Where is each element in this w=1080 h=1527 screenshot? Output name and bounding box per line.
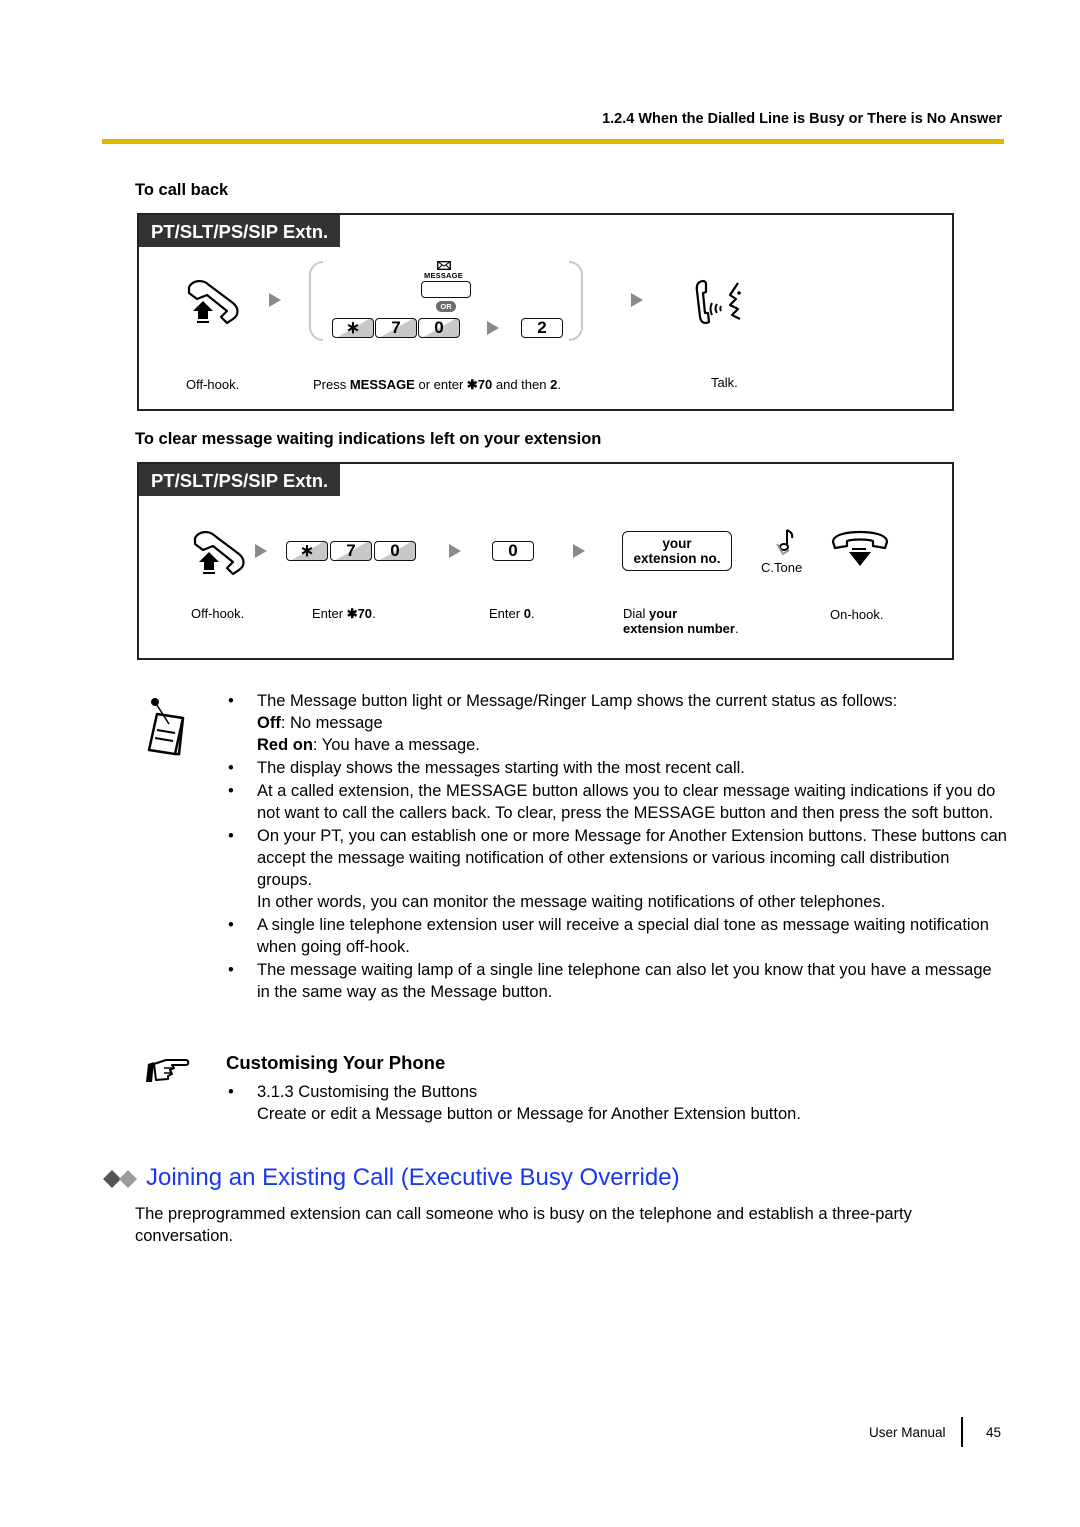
step-arrow [631, 293, 643, 307]
or-badge: OR [436, 301, 456, 312]
confirmation-tone-icon [776, 529, 794, 556]
key-star[interactable]: ∗ [332, 318, 374, 338]
note-item: • The display shows the messages starting… [228, 759, 745, 777]
note-item: • On your PT, you can establish one or mo… [228, 827, 1007, 911]
paren-left [309, 261, 323, 341]
key-7[interactable]: 7 [375, 318, 417, 338]
key-7[interactable]: 7 [330, 541, 372, 561]
step-arrow [255, 544, 267, 558]
note-item: • At a called extension, the MESSAGE butt… [228, 782, 996, 822]
key-2[interactable]: 2 [521, 318, 563, 338]
step-arrow [573, 544, 585, 558]
offhook-caption: Off-hook. [191, 606, 245, 621]
step-arrow [449, 544, 461, 558]
onhook-caption: On-hook. [830, 607, 884, 622]
enter-zero-caption: Enter 0. [489, 606, 535, 621]
panel-tag: PT/SLT/PS/SIP Extn. [139, 215, 341, 247]
notes-list: • The Message button light or Message/Ri… [228, 690, 1008, 1003]
customising-list: • 3.1.3 Customising the Buttons Create o… [228, 1081, 1008, 1125]
page-number: 45 [986, 1425, 1002, 1440]
footer-label: User Manual [869, 1425, 946, 1440]
talk-caption: Talk. [711, 375, 738, 390]
step-arrow [487, 321, 499, 335]
key-0[interactable]: 0 [418, 318, 460, 338]
clear-msg-heading: To clear message waiting indications lef… [135, 430, 602, 448]
notepad-icon [147, 698, 185, 756]
ctone-label: C.Tone [761, 560, 803, 575]
customising-item: • 3.1.3 Customising the Buttons Create o… [228, 1083, 801, 1123]
message-button-label: MESSAGE [424, 271, 463, 280]
footer-divider [961, 1417, 963, 1447]
offhook-caption: Off-hook. [186, 377, 240, 392]
step-arrow [269, 293, 281, 307]
offhook-icon [187, 280, 239, 325]
message-envelope-icon [437, 261, 451, 270]
double-diamond-icon [103, 1170, 137, 1188]
key-0-second[interactable]: 0 [492, 541, 534, 561]
section-body: The preprogrammed extension can call som… [135, 1205, 912, 1245]
running-head: 1.2.4 When the Dialled Line is Busy or T… [602, 111, 1002, 127]
panel-tag: PT/SLT/PS/SIP Extn. [139, 464, 341, 496]
header-rule [102, 139, 1004, 144]
extension-number-box[interactable]: your extension no. [622, 531, 732, 571]
call-back-heading: To call back [135, 181, 229, 199]
note-item: • A single line telephone extension user … [228, 916, 989, 956]
press-caption: Press MESSAGE or enter ✱70 and then 2. [313, 377, 561, 392]
customising-title: Customising Your Phone [226, 1052, 446, 1073]
note-item: • The message waiting lamp of a single li… [228, 961, 992, 1001]
note-item: • The Message button light or Message/Ri… [228, 692, 898, 754]
key-0[interactable]: 0 [374, 541, 416, 561]
call-back-panel: PT/SLT/PS/SIP Extn. MESSAGE OR ∗ 7 0 2 O… [137, 213, 954, 411]
talk-icon [695, 279, 741, 325]
offhook-icon [193, 531, 245, 576]
paren-right [569, 261, 583, 341]
section-title: Joining an Existing Call (Executive Busy… [146, 1164, 680, 1191]
key-star[interactable]: ∗ [286, 541, 328, 561]
pointing-hand-icon [146, 1059, 190, 1082]
clear-msg-panel: PT/SLT/PS/SIP Extn. ∗ 7 0 0 your extensi… [137, 462, 954, 660]
enter-code-caption: Enter ✱70. [312, 606, 376, 621]
onhook-icon [831, 530, 889, 566]
dial-extension-caption: Dial your extension number. [623, 606, 739, 636]
message-button[interactable] [421, 281, 471, 298]
customising-link[interactable]: 3.1.3 Customising the Buttons [257, 1083, 477, 1101]
